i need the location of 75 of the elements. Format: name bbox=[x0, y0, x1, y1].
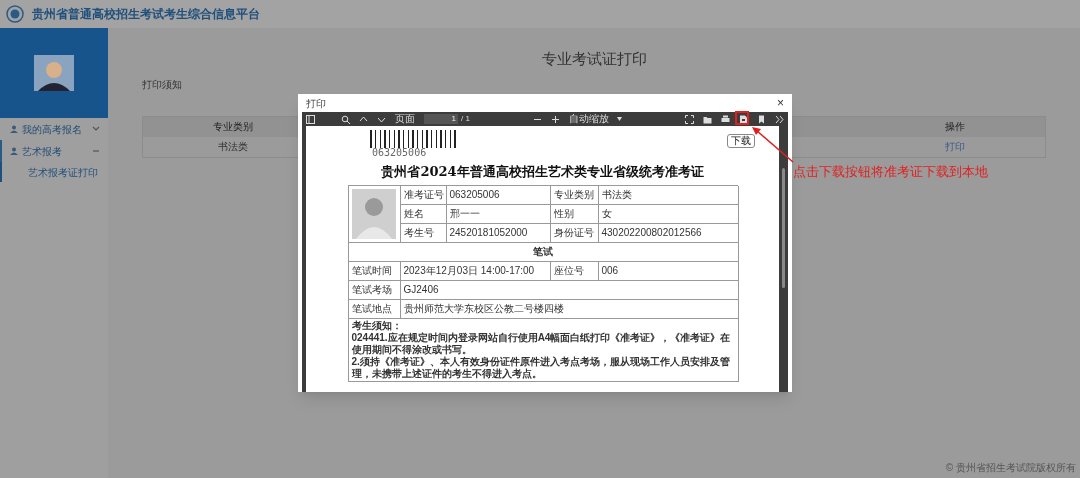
sidebar-item[interactable]: 我的高考报名 bbox=[0, 118, 108, 140]
field-value: 贵州师范大学东校区公教二号楼四楼 bbox=[400, 299, 739, 319]
person-icon bbox=[10, 147, 18, 155]
field-value: GJ2406 bbox=[400, 280, 739, 300]
fullscreen-icon bbox=[685, 114, 694, 124]
up-icon bbox=[359, 114, 368, 124]
field-value: 006 bbox=[598, 261, 739, 281]
logo-icon bbox=[6, 5, 24, 23]
photo-placeholder bbox=[352, 188, 396, 239]
field-label: 笔试地点 bbox=[348, 299, 401, 319]
sidebar-item[interactable]: 艺术报考 bbox=[0, 140, 108, 162]
person-icon bbox=[10, 125, 18, 133]
search-button[interactable] bbox=[341, 114, 350, 124]
sidebar-icon bbox=[306, 114, 315, 124]
download-tooltip: 下载 bbox=[727, 134, 755, 148]
document-title: 贵州省2024年普通高校招生艺术类专业省级统考准考证 bbox=[381, 163, 704, 181]
field-value: 女 bbox=[598, 204, 739, 224]
sidebar-item-label: 艺术报考 bbox=[22, 144, 63, 159]
bookmark-button[interactable] bbox=[757, 114, 766, 124]
notes-heading: 考生须知： bbox=[351, 319, 403, 331]
site-title: 贵州省普通高校招生考试考生综合信息平台 bbox=[32, 6, 260, 23]
sidebar-item-label: 我的高考报名 bbox=[22, 122, 83, 137]
notice-title: 打印须知 bbox=[142, 77, 183, 92]
highlight-frame bbox=[735, 111, 749, 125]
page-label: 页面 bbox=[395, 114, 415, 124]
column-header: 专业类别 bbox=[212, 120, 254, 134]
avatar-icon bbox=[34, 55, 74, 91]
print-icon bbox=[721, 114, 730, 124]
field-value: 邢一一 bbox=[446, 204, 551, 224]
sidebar-button[interactable] bbox=[306, 114, 315, 124]
note-text: 024441.应在规定时间内登录网站自行使用A4幅面白纸打印《准考证》，《准考证》在使用期间不得涂改或书写。 bbox=[351, 331, 732, 356]
field-value: 24520181052000 bbox=[446, 223, 551, 243]
fullscreen-button[interactable] bbox=[685, 114, 694, 124]
field-value: 430202200802012566 bbox=[598, 223, 739, 243]
annotation-text: 点击下载按钮将准考证下载到本地 bbox=[793, 163, 988, 181]
collapse-icon bbox=[92, 147, 100, 155]
caret-icon bbox=[616, 117, 622, 121]
print-button[interactable] bbox=[721, 114, 730, 124]
field-label: 性别 bbox=[550, 204, 599, 224]
field-value: 书法类 bbox=[598, 185, 739, 205]
field-label: 笔试考场 bbox=[348, 280, 401, 300]
field-label: 准考证号 bbox=[400, 185, 447, 205]
page-title: 专业考试证打印 bbox=[540, 49, 648, 69]
up-button[interactable] bbox=[359, 114, 368, 124]
note-text: 2.须持《准考证》、本人有效身份证件原件进入考点考场，服从现场工作人员安排及管理，未携带上述证件的考生不得进入考点。 bbox=[351, 355, 731, 380]
arrow-drawing bbox=[752, 127, 794, 163]
close-button[interactable]: × bbox=[777, 97, 784, 109]
field-label: 考生号 bbox=[400, 223, 447, 243]
more-button[interactable] bbox=[775, 114, 784, 124]
field-value: 063205006 bbox=[446, 185, 551, 205]
folder-icon bbox=[703, 114, 712, 124]
bookmark-icon bbox=[757, 114, 766, 124]
column-header: 操作 bbox=[944, 120, 966, 134]
expand-icon bbox=[92, 125, 100, 133]
page-count: / 1 bbox=[461, 115, 470, 123]
section-heading: 笔试 bbox=[348, 242, 739, 262]
table-cell-text: 书法类 bbox=[217, 140, 249, 154]
zoom-in-button[interactable] bbox=[550, 114, 560, 124]
zoom-in-icon bbox=[550, 114, 560, 124]
zoom-select[interactable]: 自动缩放 bbox=[568, 114, 622, 124]
barcode-number: 063205006 bbox=[372, 148, 428, 158]
field-label: 身份证号 bbox=[550, 223, 599, 243]
field-label: 座位号 bbox=[550, 261, 599, 281]
download-button[interactable] bbox=[739, 114, 748, 124]
more-icon bbox=[775, 114, 784, 124]
print-link[interactable]: 打印 bbox=[945, 139, 965, 154]
folder-button[interactable] bbox=[703, 114, 712, 124]
field-value: 2023年12月03日 14:00-17:00 bbox=[400, 261, 551, 281]
field-label: 姓名 bbox=[400, 204, 447, 224]
field-label: 专业类别 bbox=[550, 185, 599, 205]
field-label: 笔试时间 bbox=[348, 261, 401, 281]
sidebar-subitem[interactable]: 艺术报考证打印 bbox=[0, 162, 108, 182]
search-icon bbox=[341, 114, 350, 124]
page-input[interactable]: 1 bbox=[424, 114, 458, 124]
dialog-title: 打印 bbox=[306, 96, 326, 111]
